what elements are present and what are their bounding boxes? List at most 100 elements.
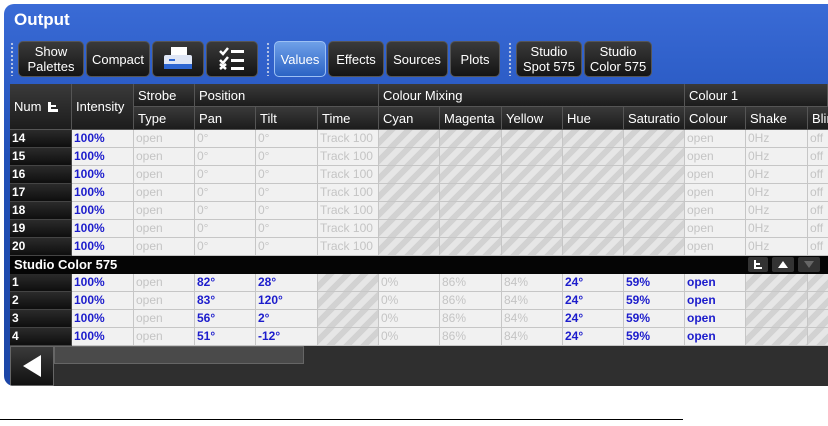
intensity-cell[interactable]: 100% (72, 202, 134, 220)
group-sort-button[interactable] (748, 257, 768, 272)
colour-cell[interactable]: open (685, 292, 746, 310)
shake-cell[interactable] (746, 310, 808, 328)
magenta-cell[interactable] (440, 130, 502, 148)
colour-cell[interactable]: open (685, 148, 746, 166)
magenta-cell[interactable]: 86% (440, 274, 502, 292)
yellow-cell[interactable]: 84% (502, 292, 563, 310)
intensity-cell[interactable]: 100% (72, 166, 134, 184)
saturation-cell[interactable] (624, 238, 685, 256)
yellow-column-header[interactable]: Yellow (502, 107, 563, 130)
type-cell[interactable]: open (134, 328, 195, 346)
toolbar-grip[interactable] (266, 42, 270, 76)
pan-cell[interactable]: 0° (195, 166, 256, 184)
num-cell[interactable]: 2 (10, 292, 72, 310)
colour-cell[interactable]: open (685, 130, 746, 148)
type-cell[interactable]: open (134, 130, 195, 148)
yellow-cell[interactable]: 84% (502, 328, 563, 346)
hue-cell[interactable] (563, 220, 624, 238)
saturation-cell[interactable]: 59% (624, 292, 685, 310)
num-cell[interactable]: 1 (10, 274, 72, 292)
hue-cell[interactable]: 24° (563, 274, 624, 292)
time-cell[interactable] (318, 328, 379, 346)
blink-cell[interactable]: off (808, 148, 828, 166)
yellow-cell[interactable] (502, 166, 563, 184)
time-cell[interactable]: Track 100 (318, 166, 379, 184)
time-cell[interactable]: Track 100 (318, 202, 379, 220)
pan-cell[interactable]: 0° (195, 148, 256, 166)
blink-cell[interactable]: off (808, 166, 828, 184)
studio-spot-button[interactable]: Studio Spot 575 (516, 41, 582, 77)
yellow-cell[interactable]: 84% (502, 310, 563, 328)
blink-cell[interactable]: off (808, 184, 828, 202)
checklist-button[interactable] (206, 41, 258, 77)
cyan-cell[interactable] (379, 184, 440, 202)
cyan-cell[interactable]: 0% (379, 328, 440, 346)
shake-cell[interactable]: 0Hz (746, 148, 808, 166)
tilt-cell[interactable]: 28° (256, 274, 318, 292)
blink-cell[interactable] (808, 274, 828, 292)
yellow-cell[interactable] (502, 220, 563, 238)
yellow-cell[interactable] (502, 130, 563, 148)
time-cell[interactable] (318, 274, 379, 292)
time-cell[interactable]: Track 100 (318, 148, 379, 166)
type-cell[interactable]: open (134, 274, 195, 292)
shake-cell[interactable]: 0Hz (746, 130, 808, 148)
blink-cell[interactable] (808, 292, 828, 310)
tilt-cell[interactable]: 120° (256, 292, 318, 310)
tilt-cell[interactable]: -12° (256, 328, 318, 346)
colour-cell[interactable]: open (685, 184, 746, 202)
pan-cell[interactable]: 0° (195, 202, 256, 220)
time-cell[interactable] (318, 292, 379, 310)
intensity-cell[interactable]: 100% (72, 130, 134, 148)
colour-cell[interactable]: open (685, 274, 746, 292)
intensity-cell[interactable]: 100% (72, 292, 134, 310)
cyan-cell[interactable]: 0% (379, 274, 440, 292)
magenta-cell[interactable]: 86% (440, 310, 502, 328)
pan-cell[interactable]: 0° (195, 220, 256, 238)
num-cell[interactable]: 14 (10, 130, 72, 148)
shake-column-header[interactable]: Shake (746, 107, 808, 130)
studio-color-button[interactable]: Studio Color 575 (584, 41, 652, 77)
colour-cell[interactable]: open (685, 166, 746, 184)
shake-cell[interactable]: 0Hz (746, 238, 808, 256)
num-cell[interactable]: 4 (10, 328, 72, 346)
num-cell[interactable]: 17 (10, 184, 72, 202)
magenta-cell[interactable] (440, 220, 502, 238)
group-collapse-button[interactable] (772, 257, 794, 272)
shake-cell[interactable] (746, 274, 808, 292)
scroll-left-button[interactable] (10, 346, 54, 386)
type-cell[interactable]: open (134, 310, 195, 328)
magenta-cell[interactable]: 86% (440, 292, 502, 310)
intensity-cell[interactable]: 100% (72, 184, 134, 202)
colour-cell[interactable]: open (685, 310, 746, 328)
blink-cell[interactable]: off (808, 220, 828, 238)
cyan-cell[interactable]: 0% (379, 292, 440, 310)
colour-cell[interactable]: open (685, 202, 746, 220)
horizontal-scrollbar-thumb[interactable] (54, 346, 304, 364)
saturation-cell[interactable] (624, 166, 685, 184)
shake-cell[interactable]: 0Hz (746, 220, 808, 238)
pan-cell[interactable]: 51° (195, 328, 256, 346)
sources-button[interactable]: Sources (386, 41, 448, 77)
time-cell[interactable]: Track 100 (318, 238, 379, 256)
hue-column-header[interactable]: Hue (563, 107, 624, 130)
pan-cell[interactable]: 56° (195, 310, 256, 328)
magenta-cell[interactable] (440, 166, 502, 184)
intensity-cell[interactable]: 100% (72, 328, 134, 346)
plots-button[interactable]: Plots (450, 41, 500, 77)
shake-cell[interactable]: 0Hz (746, 166, 808, 184)
colour-cell[interactable]: open (685, 238, 746, 256)
print-button[interactable] (152, 41, 204, 77)
hue-cell[interactable]: 24° (563, 328, 624, 346)
saturation-cell[interactable]: 59% (624, 274, 685, 292)
type-cell[interactable]: open (134, 148, 195, 166)
magenta-cell[interactable] (440, 202, 502, 220)
compact-button[interactable]: Compact (86, 41, 150, 77)
saturation-column-header[interactable]: Saturatio (624, 107, 685, 130)
saturation-cell[interactable] (624, 130, 685, 148)
hue-cell[interactable] (563, 184, 624, 202)
shake-cell[interactable]: 0Hz (746, 184, 808, 202)
pan-cell[interactable]: 82° (195, 274, 256, 292)
effects-button[interactable]: Effects (328, 41, 384, 77)
yellow-cell[interactable] (502, 202, 563, 220)
